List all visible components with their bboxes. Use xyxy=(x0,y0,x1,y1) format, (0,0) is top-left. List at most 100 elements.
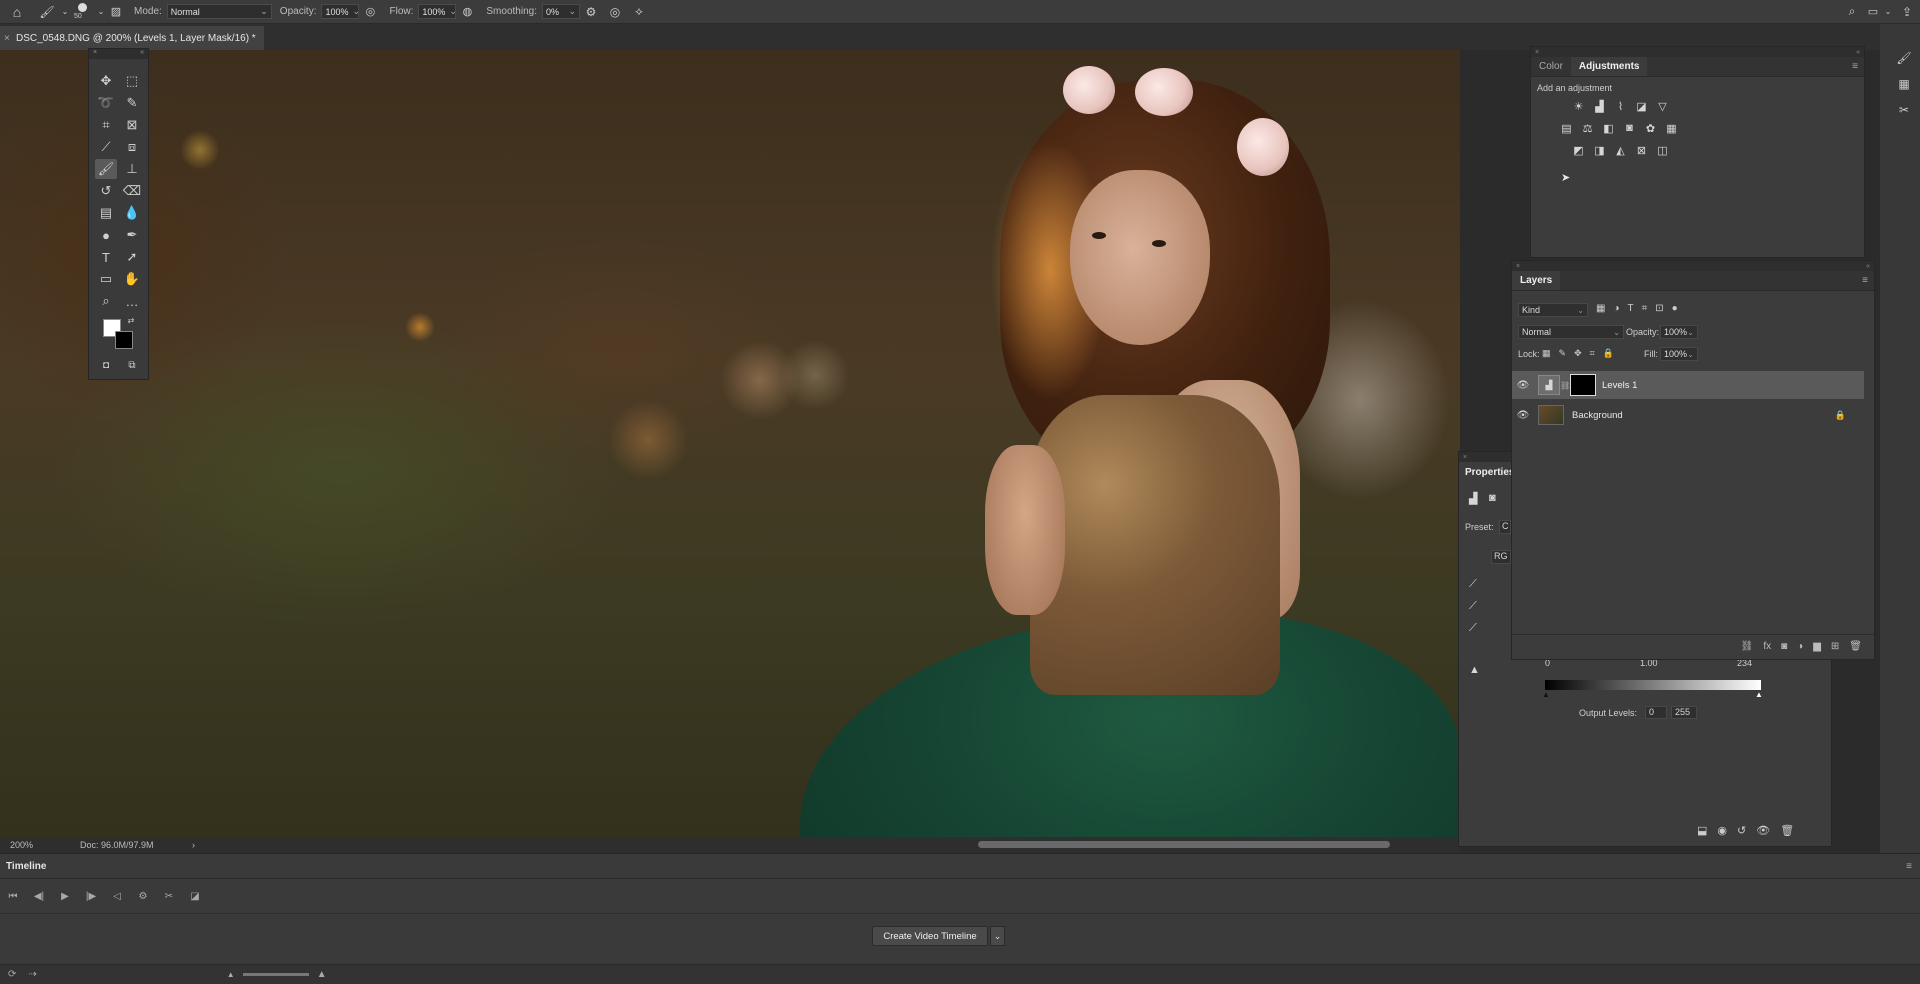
layer-style-fx-icon[interactable]: fx xyxy=(1763,641,1771,652)
panel-titlebar[interactable]: × « xyxy=(1512,261,1874,271)
play-icon[interactable]: ▶ xyxy=(52,891,78,902)
zoom-out-icon[interactable]: ▲ xyxy=(227,970,235,979)
gradient-tool-icon[interactable]: ▤ xyxy=(95,203,117,223)
more-tools-icon[interactable]: … xyxy=(121,291,143,311)
brush-tool-preset-icon[interactable]: 🖌 xyxy=(34,0,60,24)
frame-tool-icon[interactable]: ⊠ xyxy=(121,115,143,135)
close-icon[interactable]: × xyxy=(4,33,10,44)
preset-select[interactable]: C xyxy=(1499,520,1511,534)
blur-tool-icon[interactable]: 💧 xyxy=(121,203,143,223)
quick-mask-icon[interactable]: ◘ xyxy=(95,355,117,375)
link-layers-icon[interactable]: ⛓ xyxy=(1741,641,1754,652)
brush-size-picker[interactable]: 50 xyxy=(70,0,96,24)
zoom-level[interactable]: 200% xyxy=(10,840,70,850)
brush-settings-icon[interactable]: 🖌 xyxy=(1894,48,1914,68)
create-video-timeline-button[interactable]: Create Video Timeline xyxy=(872,926,988,946)
tab-layers[interactable]: Layers xyxy=(1512,271,1561,290)
panel-titlebar[interactable]: × « xyxy=(1531,47,1864,57)
close-icon[interactable]: × xyxy=(93,49,97,59)
collapse-icon[interactable]: « xyxy=(1856,49,1860,56)
invert-icon[interactable]: ◩ xyxy=(1571,143,1586,157)
home-icon[interactable]: ⌂ xyxy=(0,0,34,24)
gear-icon[interactable]: ⚙ xyxy=(130,891,156,902)
brightness-contrast-icon[interactable]: ☀ xyxy=(1571,99,1586,113)
search-icon[interactable]: ⌕ xyxy=(1840,4,1864,19)
hue-saturation-icon[interactable]: ▤ xyxy=(1559,121,1574,135)
output-white-field[interactable]: 255 xyxy=(1671,706,1697,719)
swap-colors-icon[interactable]: ⇄ xyxy=(125,315,137,325)
share-icon[interactable]: ⇪ xyxy=(1894,5,1920,19)
image-canvas[interactable] xyxy=(0,50,1460,837)
gear-icon[interactable]: ⚙ xyxy=(580,5,602,19)
eyedropper-tool-icon[interactable]: ⟋ xyxy=(95,137,117,157)
zoom-in-icon[interactable]: ▲ xyxy=(317,969,327,980)
vibrance-icon[interactable]: ▽ xyxy=(1655,99,1670,113)
close-icon[interactable]: × xyxy=(1535,49,1539,56)
layer-opacity-field[interactable]: 100% xyxy=(1660,325,1698,339)
background-color-swatch[interactable] xyxy=(115,331,133,349)
brush-tool-icon[interactable]: 🖌 xyxy=(95,159,117,179)
filter-shape-icon[interactable]: ⌗ xyxy=(1642,303,1648,314)
zoom-tool-icon[interactable]: ⌕ xyxy=(95,291,117,311)
audio-icon[interactable]: ◁ xyxy=(104,891,130,902)
visibility-eye-icon[interactable]: 👁 xyxy=(1512,410,1534,421)
dodge-tool-icon[interactable]: ● xyxy=(95,225,117,245)
chevron-down-icon[interactable]: ⌄ xyxy=(60,7,70,16)
output-black-slider[interactable]: ▲ xyxy=(1542,690,1550,699)
marquee-tool-icon[interactable]: ⬚ xyxy=(121,71,143,91)
blend-mode-select[interactable]: Normal xyxy=(1518,325,1624,339)
output-black-field[interactable]: 0 xyxy=(1645,706,1667,719)
view-previous-icon[interactable]: ◉ xyxy=(1717,824,1727,837)
brush-settings-icon[interactable]: ▨ xyxy=(106,5,126,18)
smoothing-field[interactable]: 0% xyxy=(541,4,580,19)
filter-adjustment-icon[interactable]: ◑ xyxy=(1613,303,1619,314)
panel-menu-icon[interactable]: ≡ xyxy=(1852,61,1858,72)
lock-transparent-icon[interactable]: ▦ xyxy=(1542,348,1551,359)
layer-mask-thumbnail[interactable] xyxy=(1570,374,1596,396)
timeline-zoom-slider[interactable] xyxy=(242,973,309,976)
channel-select[interactable]: RG xyxy=(1491,550,1511,564)
layer-filter-select[interactable]: Kind xyxy=(1518,303,1588,317)
black-white-icon[interactable]: ◧ xyxy=(1601,121,1616,135)
horizontal-scrollbar[interactable] xyxy=(978,841,1390,848)
curves-icon[interactable]: ⌇ xyxy=(1613,99,1628,113)
pressure-size-icon[interactable]: ◎ xyxy=(602,5,628,19)
status-menu-arrow[interactable]: › xyxy=(192,840,195,850)
layer-row-levels[interactable]: 👁 ▟ ⛓ Levels 1 xyxy=(1512,371,1864,399)
airbrush-icon[interactable]: ◍ xyxy=(456,5,478,18)
screen-mode-icon[interactable]: ⧉ xyxy=(121,355,143,375)
rectangle-tool-icon[interactable]: ▭ xyxy=(95,269,117,289)
auto-levels-icon[interactable]: ▲ xyxy=(1469,664,1480,676)
chevron-down-icon[interactable]: ⌄ xyxy=(96,7,106,16)
timeline-title[interactable]: Timeline xyxy=(6,861,46,872)
flow-field[interactable]: 100% xyxy=(418,4,457,19)
previous-frame-icon[interactable]: ◀| xyxy=(26,891,52,902)
color-lookup-icon[interactable]: ▦ xyxy=(1664,121,1679,135)
pressure-opacity-icon[interactable]: ◎ xyxy=(359,5,381,18)
opacity-field[interactable]: 100% xyxy=(321,4,360,19)
mask-link-icon[interactable]: ⛓ xyxy=(1560,381,1570,390)
split-icon[interactable]: ✂ xyxy=(156,891,182,902)
gray-point-eyedropper-icon[interactable]: ⟋ xyxy=(1469,600,1477,613)
layer-name[interactable]: Background xyxy=(1572,410,1623,421)
trash-icon[interactable]: 🗑 xyxy=(1780,824,1794,837)
crop-tool-icon[interactable]: ⌗ xyxy=(95,115,117,135)
lasso-tool-icon[interactable]: ➰ xyxy=(95,93,117,113)
fill-field[interactable]: 100% xyxy=(1660,347,1698,361)
layer-mask-icon[interactable]: ◙ xyxy=(1489,492,1496,504)
color-balance-icon[interactable]: ⚖ xyxy=(1580,121,1595,135)
filter-smart-object-icon[interactable]: ⊡ xyxy=(1655,303,1663,314)
reset-icon[interactable]: ↺ xyxy=(1737,824,1746,837)
lock-all-icon[interactable]: 🔒 xyxy=(1603,348,1614,359)
document-tab[interactable]: × DSC_0548.DNG @ 200% (Levels 1, Layer M… xyxy=(0,26,264,50)
panel-menu-icon[interactable]: ≡ xyxy=(1862,275,1868,286)
layer-comps-icon[interactable]: ▦ xyxy=(1894,74,1914,94)
white-point-eyedropper-icon[interactable]: ⟋ xyxy=(1469,622,1477,635)
collapse-icon[interactable]: « xyxy=(1866,263,1870,270)
tab-color[interactable]: Color xyxy=(1531,57,1571,76)
transition-icon[interactable]: ◪ xyxy=(182,891,208,902)
render-video-icon[interactable]: ⟳ xyxy=(8,969,16,980)
filter-type-icon[interactable]: T xyxy=(1628,303,1634,314)
levels-icon[interactable]: ▟ xyxy=(1592,99,1607,113)
layer-row-background[interactable]: 👁 Background 🔒 xyxy=(1512,401,1864,429)
